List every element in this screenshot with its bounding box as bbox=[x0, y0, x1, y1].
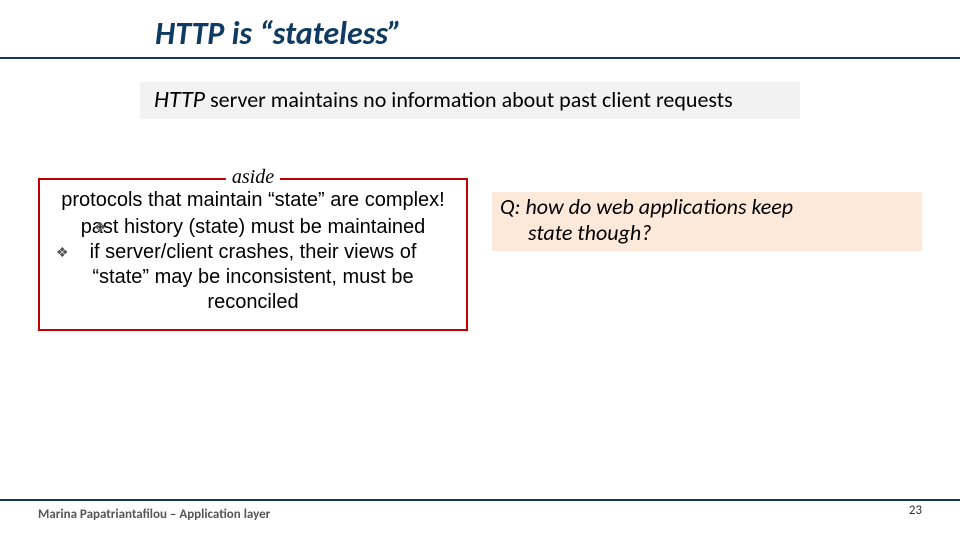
aside-list: ❖ past history (state) must be maintaine… bbox=[50, 215, 456, 315]
title-area: HTTP is “stateless” bbox=[0, 14, 960, 59]
diamond-bullet-icon: ❖ bbox=[94, 219, 107, 237]
page-number: 23 bbox=[909, 503, 922, 518]
list-item-text: if server/client crashes, their views of… bbox=[90, 241, 417, 313]
aside-lead: protocols that maintain “state” are comp… bbox=[50, 188, 456, 213]
question-line2: state though? bbox=[500, 220, 916, 246]
statement-http: HTTP bbox=[154, 85, 205, 114]
aside-label: aside bbox=[226, 166, 280, 189]
statement-box: HTTP server maintains no information abo… bbox=[140, 82, 800, 119]
question-box: Q: how do web applications keep state th… bbox=[492, 192, 922, 251]
question-line1: Q: how do web applications keep bbox=[500, 193, 793, 220]
title-prefix: HTTP is bbox=[155, 14, 259, 53]
footer-divider bbox=[0, 499, 960, 501]
slide-title: HTTP is “stateless” bbox=[0, 14, 960, 53]
list-item-text: past history (state) must be maintained bbox=[81, 216, 426, 238]
footer-text: Marina Papatriantafilou – Application la… bbox=[0, 507, 960, 522]
footer-area: Marina Papatriantafilou – Application la… bbox=[0, 499, 960, 522]
diamond-bullet-icon: ❖ bbox=[56, 244, 69, 262]
list-item: ❖ past history (state) must be maintaine… bbox=[50, 215, 456, 240]
list-item: ❖ if server/client crashes, their views … bbox=[50, 240, 456, 315]
title-divider bbox=[0, 57, 960, 59]
statement-rest: server maintains no information about pa… bbox=[205, 86, 733, 113]
title-quoted: “stateless” bbox=[259, 14, 402, 53]
aside-box: aside protocols that maintain “state” ar… bbox=[38, 178, 468, 331]
